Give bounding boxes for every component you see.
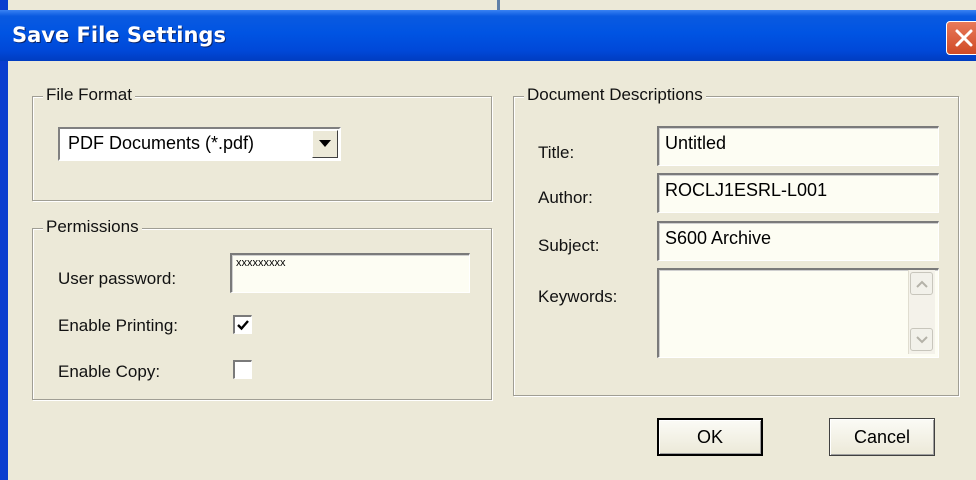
author-label: Author:: [538, 188, 593, 207]
close-icon: [955, 29, 973, 47]
file-format-select[interactable]: PDF Documents (*.pdf): [58, 127, 341, 161]
checkmark-icon: [237, 320, 249, 331]
title-value: Untitled: [665, 133, 727, 153]
subject-value: S600 Archive: [665, 228, 772, 248]
ok-button[interactable]: OK: [657, 418, 763, 456]
title-label: Title:: [538, 143, 575, 162]
enable-copy-label: Enable Copy:: [58, 362, 161, 381]
enable-copy-checkbox[interactable]: [233, 360, 252, 379]
author-field[interactable]: ROCLJ1ESRL-L001: [657, 173, 939, 213]
scroll-down-button[interactable]: [910, 328, 933, 351]
permissions-legend: Permissions: [43, 217, 142, 237]
enable-printing-checkbox[interactable]: [233, 315, 252, 334]
keywords-scrollbar[interactable]: [908, 270, 935, 354]
file-format-dropdown-button[interactable]: [312, 130, 338, 158]
document-descriptions-legend: Document Descriptions: [524, 85, 706, 105]
subject-field[interactable]: S600 Archive: [657, 221, 939, 261]
title-field[interactable]: Untitled: [657, 126, 939, 166]
chevron-down-icon: [319, 140, 331, 147]
chevron-down-icon: [916, 336, 928, 344]
close-button[interactable]: [946, 21, 976, 55]
chevron-up-icon: [916, 280, 928, 288]
keywords-field[interactable]: [657, 268, 939, 358]
save-file-settings-dialog: Save File Settings File Format PDF Docum…: [0, 0, 976, 480]
file-format-legend: File Format: [43, 85, 135, 105]
window-left-border: [0, 0, 8, 480]
cancel-button[interactable]: Cancel: [829, 418, 935, 456]
author-value: ROCLJ1ESRL-L001: [665, 180, 828, 200]
scroll-up-button[interactable]: [910, 272, 933, 295]
file-format-selected: PDF Documents (*.pdf): [68, 133, 255, 153]
user-password-value: xxxxxxxxx: [236, 257, 286, 269]
subject-label: Subject:: [538, 236, 600, 255]
user-password-field[interactable]: xxxxxxxxx: [230, 253, 470, 293]
keywords-label: Keywords:: [538, 287, 618, 306]
title-bar[interactable]: Save File Settings: [0, 10, 976, 61]
enable-printing-label: Enable Printing:: [58, 316, 179, 335]
user-password-label: User password:: [58, 269, 177, 288]
window-title: Save File Settings: [12, 23, 226, 47]
